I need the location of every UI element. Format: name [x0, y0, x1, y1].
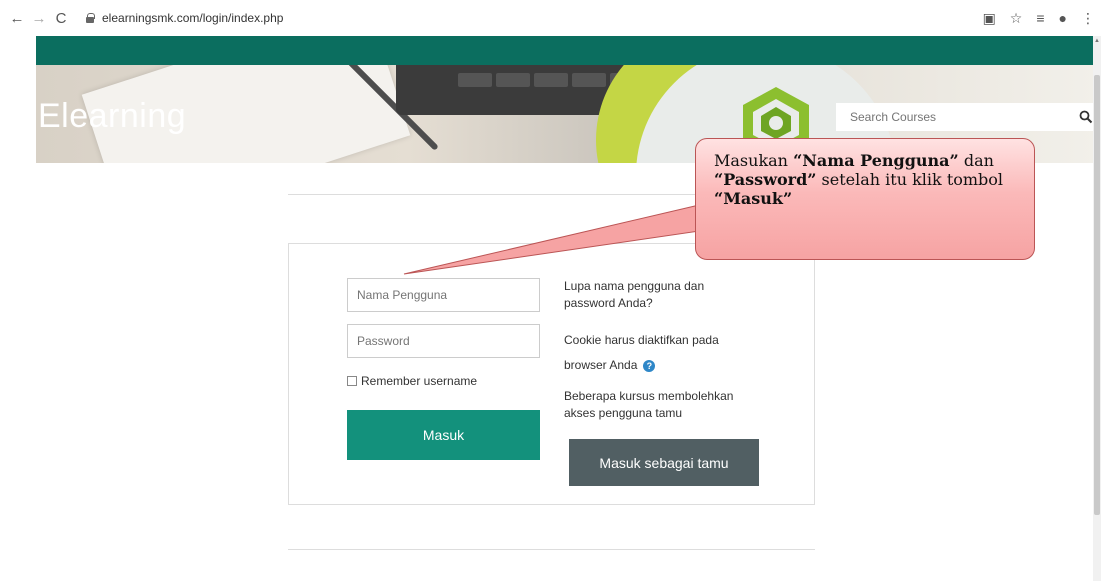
scrollbar-thumb[interactable]: [1094, 75, 1100, 515]
login-button[interactable]: Masuk: [347, 410, 540, 460]
reload-icon[interactable]: C: [50, 10, 72, 27]
url-text: elearningsmk.com/login/index.php: [102, 11, 284, 25]
translate-icon[interactable]: ▣: [983, 10, 996, 27]
left-strip: [0, 36, 36, 65]
guest-access-text: Beberapa kursus membolehkan akses penggu…: [564, 389, 734, 420]
profile-icon[interactable]: ●: [1059, 10, 1067, 26]
forward-arrow-icon[interactable]: →: [28, 10, 50, 27]
callout-username-term: “Nama Pengguna”: [793, 151, 959, 170]
forgot-password-link[interactable]: Lupa nama pengguna dan password Anda?: [564, 278, 734, 312]
password-input[interactable]: [347, 324, 540, 358]
callout-masuk-term: “Masuk”: [714, 189, 793, 208]
callout-text-1: Masukan: [714, 151, 794, 170]
username-input[interactable]: [347, 278, 540, 312]
search-icon[interactable]: [1079, 110, 1093, 124]
address-bar[interactable]: elearningsmk.com/login/index.php: [86, 6, 996, 30]
search-courses-input[interactable]: [836, 110, 1056, 124]
menu-kebab-icon[interactable]: ⋮: [1081, 10, 1095, 27]
search-box: [836, 103, 1101, 131]
top-nav-bar: [36, 36, 1101, 65]
bookmark-star-icon[interactable]: ☆: [1010, 10, 1023, 27]
callout-text-2: dan: [958, 151, 994, 170]
bottom-divider: [288, 549, 815, 550]
help-icon[interactable]: ?: [643, 359, 656, 372]
callout-text-3: setelah itu klik tombol: [816, 170, 1004, 189]
scroll-up-arrow-icon[interactable]: ▲: [1094, 38, 1100, 44]
reading-list-icon[interactable]: ≡: [1036, 10, 1044, 26]
guest-login-button[interactable]: Masuk sebagai tamu: [569, 439, 759, 486]
site-title[interactable]: Elearning: [38, 97, 186, 136]
page: ← → C elearningsmk.com/login/index.php ▣…: [0, 0, 1101, 581]
browser-toolbar: ← → C elearningsmk.com/login/index.php ▣…: [0, 0, 1101, 36]
remember-label: Remember username: [361, 374, 478, 388]
remember-checkbox[interactable]: [347, 376, 357, 386]
callout-password-term: “Password”: [714, 170, 817, 189]
login-card: Remember username Masuk Lupa nama penggu…: [288, 243, 815, 505]
cookie-text: Cookie harus diaktifkan pada browser And…: [564, 333, 719, 372]
cookie-notice: Cookie harus diaktifkan pada browser And…: [564, 328, 734, 378]
instruction-callout: Masukan “Nama Pengguna” dan “Password” s…: [695, 138, 1035, 260]
lock-icon: [86, 13, 95, 23]
back-arrow-icon[interactable]: ←: [6, 10, 28, 27]
remember-username[interactable]: Remember username: [347, 374, 477, 388]
